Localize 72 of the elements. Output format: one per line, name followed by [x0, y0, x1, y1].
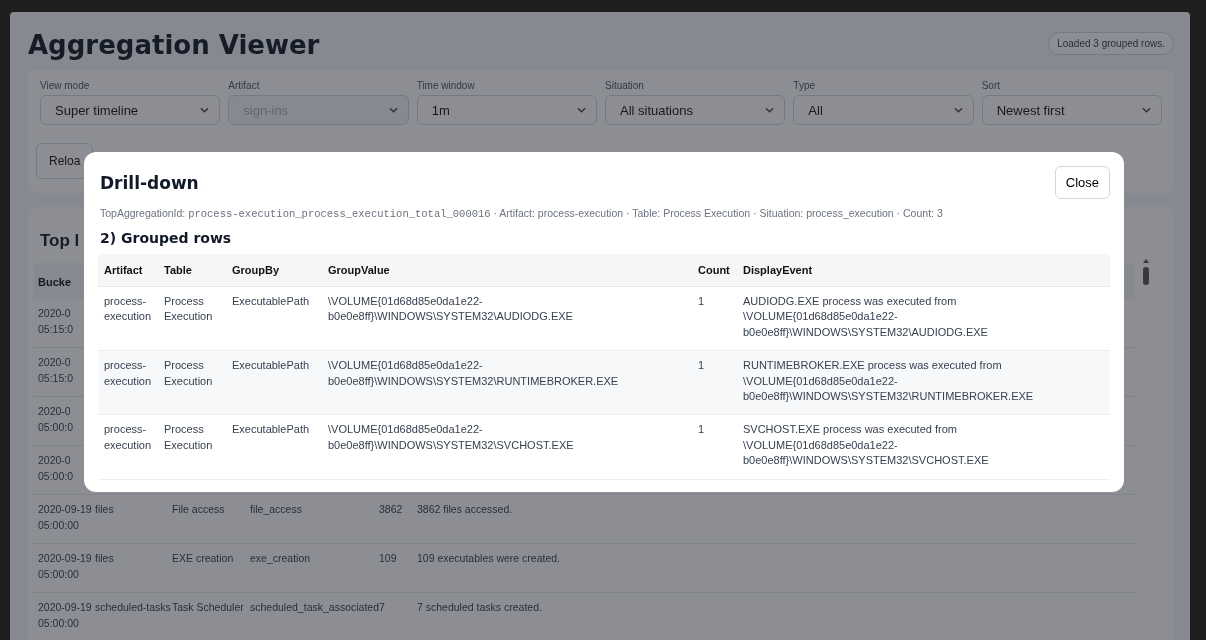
table-cell-text: 109 executables were created. — [417, 551, 560, 566]
chevron-icon — [765, 107, 775, 113]
table-cell: \VOLUME{01d68d85e0da1e22-b0e0e8ff}\WINDOWS\SYSTEM32\SVCHOST.EXE — [322, 414, 692, 479]
table-cell: 1 — [692, 350, 737, 415]
filter-label: Sort — [981, 80, 1001, 91]
table-cell-text: 2020-09-19 05:00:00 — [38, 502, 93, 533]
table-cell: 1 — [692, 414, 737, 479]
table-cell: ExecutablePath — [226, 414, 322, 479]
dialog-title: Drill-down — [100, 172, 199, 193]
chevron-icon — [200, 107, 210, 113]
table-cell-text: scheduled_task_associated — [250, 600, 379, 615]
page-title: Aggregation Viewer — [28, 29, 320, 60]
column-header: Artifact — [98, 254, 158, 287]
column-header: DisplayEvent — [737, 254, 1110, 287]
column-header: GroupBy — [226, 254, 322, 287]
table-cell-text: 2020-0 05:15:0 — [38, 355, 75, 386]
reload-button[interactable]: Reloa — [36, 143, 94, 179]
table-cell-text: files — [95, 502, 115, 517]
table-cell-text: 7 scheduled tasks created. — [417, 600, 542, 615]
chevron-icon — [1142, 107, 1151, 113]
select-field[interactable]: 1m — [416, 95, 597, 125]
column-header: Count — [692, 254, 737, 287]
close-button[interactable]: Close — [1054, 166, 1110, 199]
table-cell-text: exe_creation — [250, 551, 312, 566]
aggregation-details: TopAggregationId: process-execution_process_execution_total_000016 · Artifact: process-execution · Table: Process Execution · Situation: process_execution · Count: 3 — [100, 207, 944, 220]
table-cell-text: 3862 — [379, 502, 404, 517]
table-cell: process-execution — [98, 414, 158, 479]
table-cell-text: 7 — [379, 600, 386, 615]
chevron-icon — [388, 107, 398, 113]
table-cell: SVCHOST.EXE process was executed from \VOLUME{01d68d85e0da1e22-b0e0e8ff}\WINDOWS\SYSTEM32\SVCHOST.EXE — [737, 414, 1110, 479]
table-cell: process-execution — [98, 286, 158, 351]
status-badge: Loaded 3 grouped rows. — [1048, 31, 1174, 55]
chevron-icon — [953, 107, 963, 113]
section-title: Top l — [40, 231, 80, 251]
table-cell: Process Execution — [158, 350, 226, 415]
table-cell-text: files — [95, 551, 115, 566]
table-cell-text: 2020-09-19 05:00:00 — [38, 551, 93, 582]
table-cell: Process Execution — [158, 414, 226, 479]
table-cell: process-execution — [98, 350, 158, 415]
table-cell-text: EXE creation — [172, 551, 235, 566]
select-field[interactable]: All situations — [605, 95, 786, 125]
select-field[interactable]: All — [793, 95, 974, 125]
table-cell: 1 — [692, 286, 737, 351]
filter-label: Type — [793, 80, 816, 91]
table-cell-text: 2020-0 05:00:0 — [38, 404, 75, 435]
column-header: GroupValue — [322, 254, 692, 287]
filter-label: Time window — [416, 80, 476, 91]
table-cell: AUDIODG.EXE process was executed from \VOLUME{01d68d85e0da1e22-b0e0e8ff}\WINDOWS\SYSTEM32\AUDIODG.EXE — [737, 286, 1110, 351]
table-cell-text: Task Scheduler — [172, 600, 245, 615]
table-cell-text: 2020-09-19 05:00:00 — [38, 600, 93, 631]
table-cell: Process Execution — [158, 286, 226, 351]
table-cell-text: 109 — [379, 551, 398, 566]
table-cell: ExecutablePath — [226, 350, 322, 415]
select-field[interactable]: Newest first — [981, 95, 1162, 125]
column-header: Table — [158, 254, 226, 287]
table-cell-text: file_access — [250, 502, 303, 517]
table-cell: ExecutablePath — [226, 286, 322, 351]
table-cell: \VOLUME{01d68d85e0da1e22-b0e0e8ff}\WINDOWS\SYSTEM32\RUNTIMEBROKER.EXE — [322, 350, 692, 415]
filter-label: Artifact — [228, 80, 261, 91]
chevron-icon — [577, 107, 586, 113]
table-cell-text: 2020-0 05:15:0 — [38, 306, 75, 337]
table-cell-text: File access — [172, 502, 226, 517]
column-header: Bucke — [38, 276, 72, 288]
filter-label: Situation — [605, 80, 645, 91]
table-cell-text: 3862 files accessed. — [417, 502, 513, 517]
filter-label: View mode — [40, 80, 91, 91]
table-cell: RUNTIMEBROKER.EXE process was executed from \VOLUME{01d68d85e0da1e22-b0e0e8ff}\WINDOWS\SYSTEM32\RUNTIMEBROKER.EXE — [737, 350, 1110, 415]
table-cell: \VOLUME{01d68d85e0da1e22-b0e0e8ff}\WINDOWS\SYSTEM32\AUDIODG.EXE — [322, 286, 692, 351]
select-field[interactable]: Super timeline — [40, 95, 221, 125]
section-title: 2) Grouped rows — [100, 230, 233, 246]
table-cell-text: scheduled-tasks — [95, 600, 172, 615]
table-cell-text: 2020-0 05:00:0 — [38, 453, 75, 484]
